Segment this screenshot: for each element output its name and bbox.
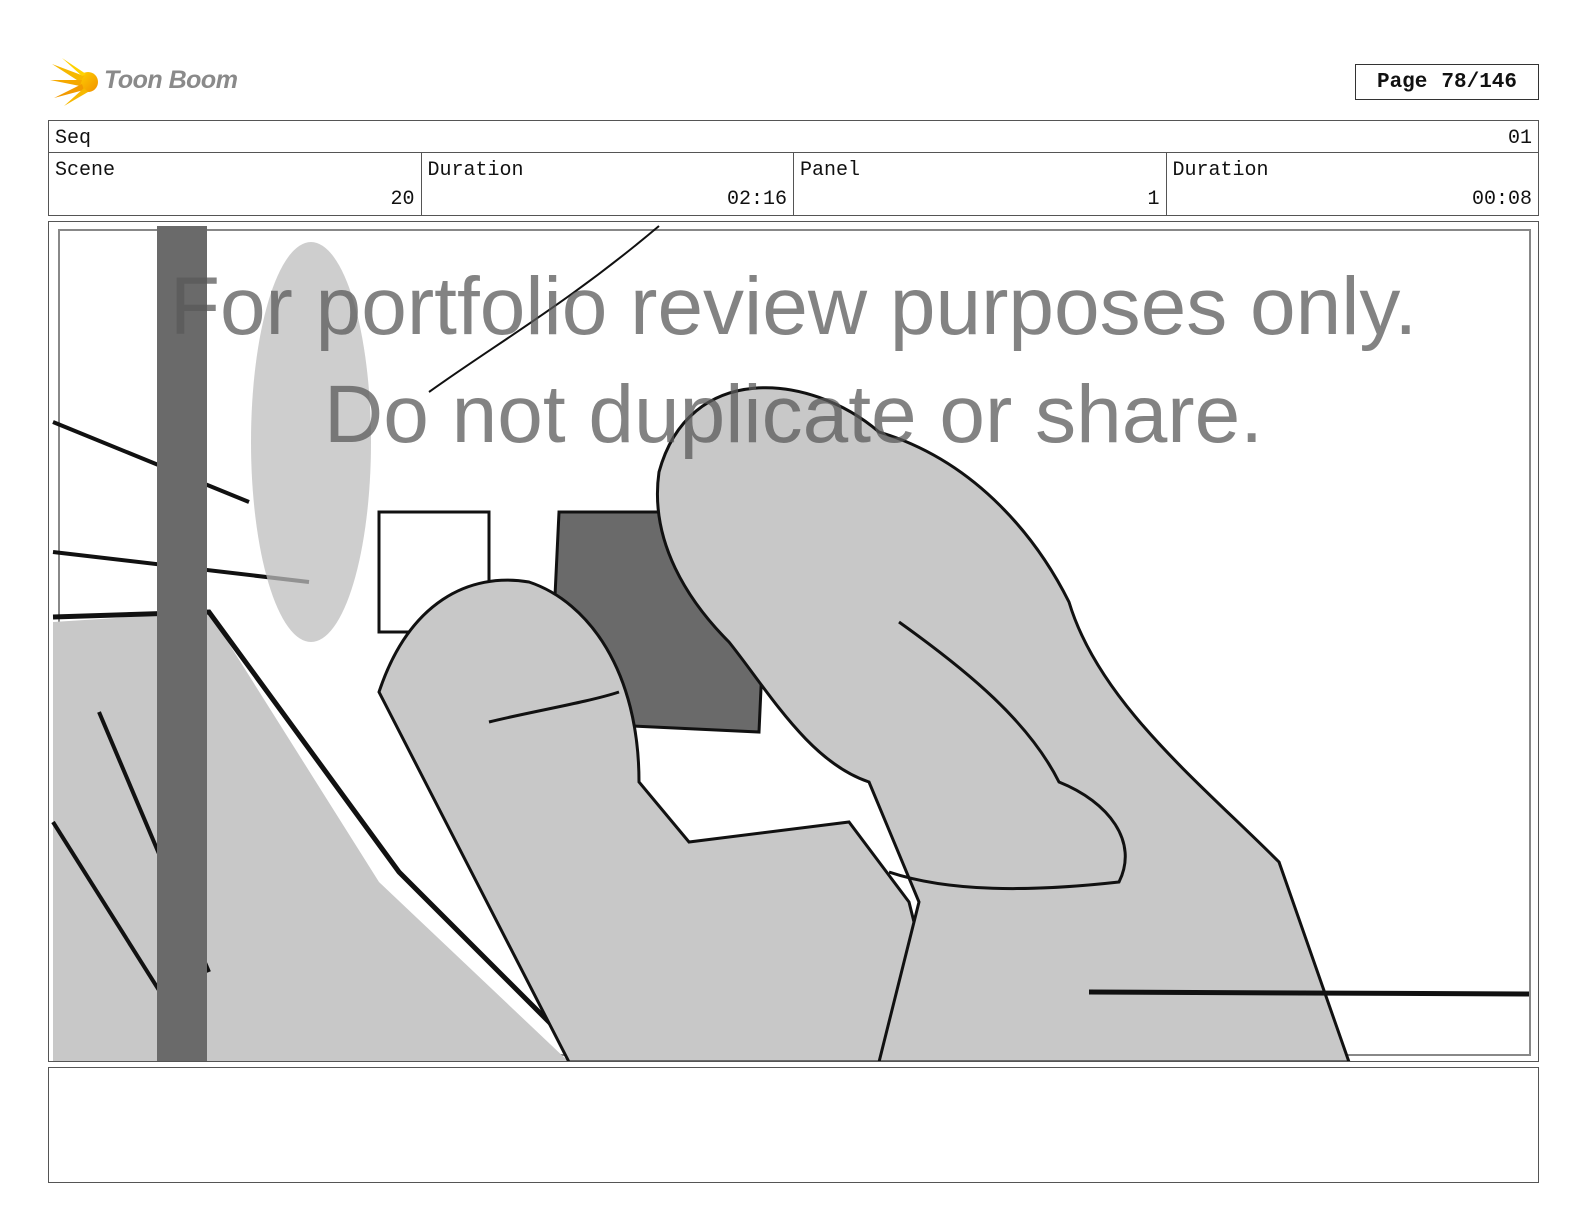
panel-notes-box	[48, 1067, 1539, 1183]
storyboard-panel: For portfolio review purposes only. Do n…	[48, 221, 1539, 1062]
panel-info-row: Scene 20 Duration 02:16 Panel 1 Duration…	[48, 152, 1539, 216]
page-label: Page	[1376, 70, 1428, 94]
panel-cell: Panel 1	[794, 153, 1167, 215]
sequence-row: Seq 01	[48, 120, 1539, 153]
scene-duration-label: Duration	[427, 159, 524, 182]
panel-label: Panel	[800, 159, 861, 182]
seq-label: Seq	[55, 127, 92, 150]
panel-duration-cell: Duration 00:08	[1167, 153, 1539, 215]
page-indicator: Page 78/146	[1355, 64, 1539, 100]
floor-line	[1088, 989, 1530, 997]
page-number: 78/146	[1441, 70, 1518, 94]
panel-duration-value: 00:08	[1471, 188, 1532, 211]
starburst-logo-icon	[50, 58, 98, 106]
scene-duration-cell: Duration 02:16	[422, 153, 794, 215]
toon-boom-logo: Toon Boom	[50, 56, 250, 108]
scene-duration-value: 02:16	[726, 188, 787, 211]
seq-value: 01	[1507, 127, 1532, 150]
panel-value: 1	[1147, 188, 1160, 211]
brand-name: Toon Boom	[104, 66, 238, 94]
watermark-line-1: For portfolio review purposes only.	[169, 261, 1418, 352]
watermark-line-2: Do not duplicate or share.	[324, 369, 1263, 460]
scene-cell: Scene 20	[49, 153, 422, 215]
scene-label: Scene	[55, 159, 116, 182]
scene-value: 20	[390, 188, 415, 211]
panel-duration-label: Duration	[1172, 159, 1269, 182]
